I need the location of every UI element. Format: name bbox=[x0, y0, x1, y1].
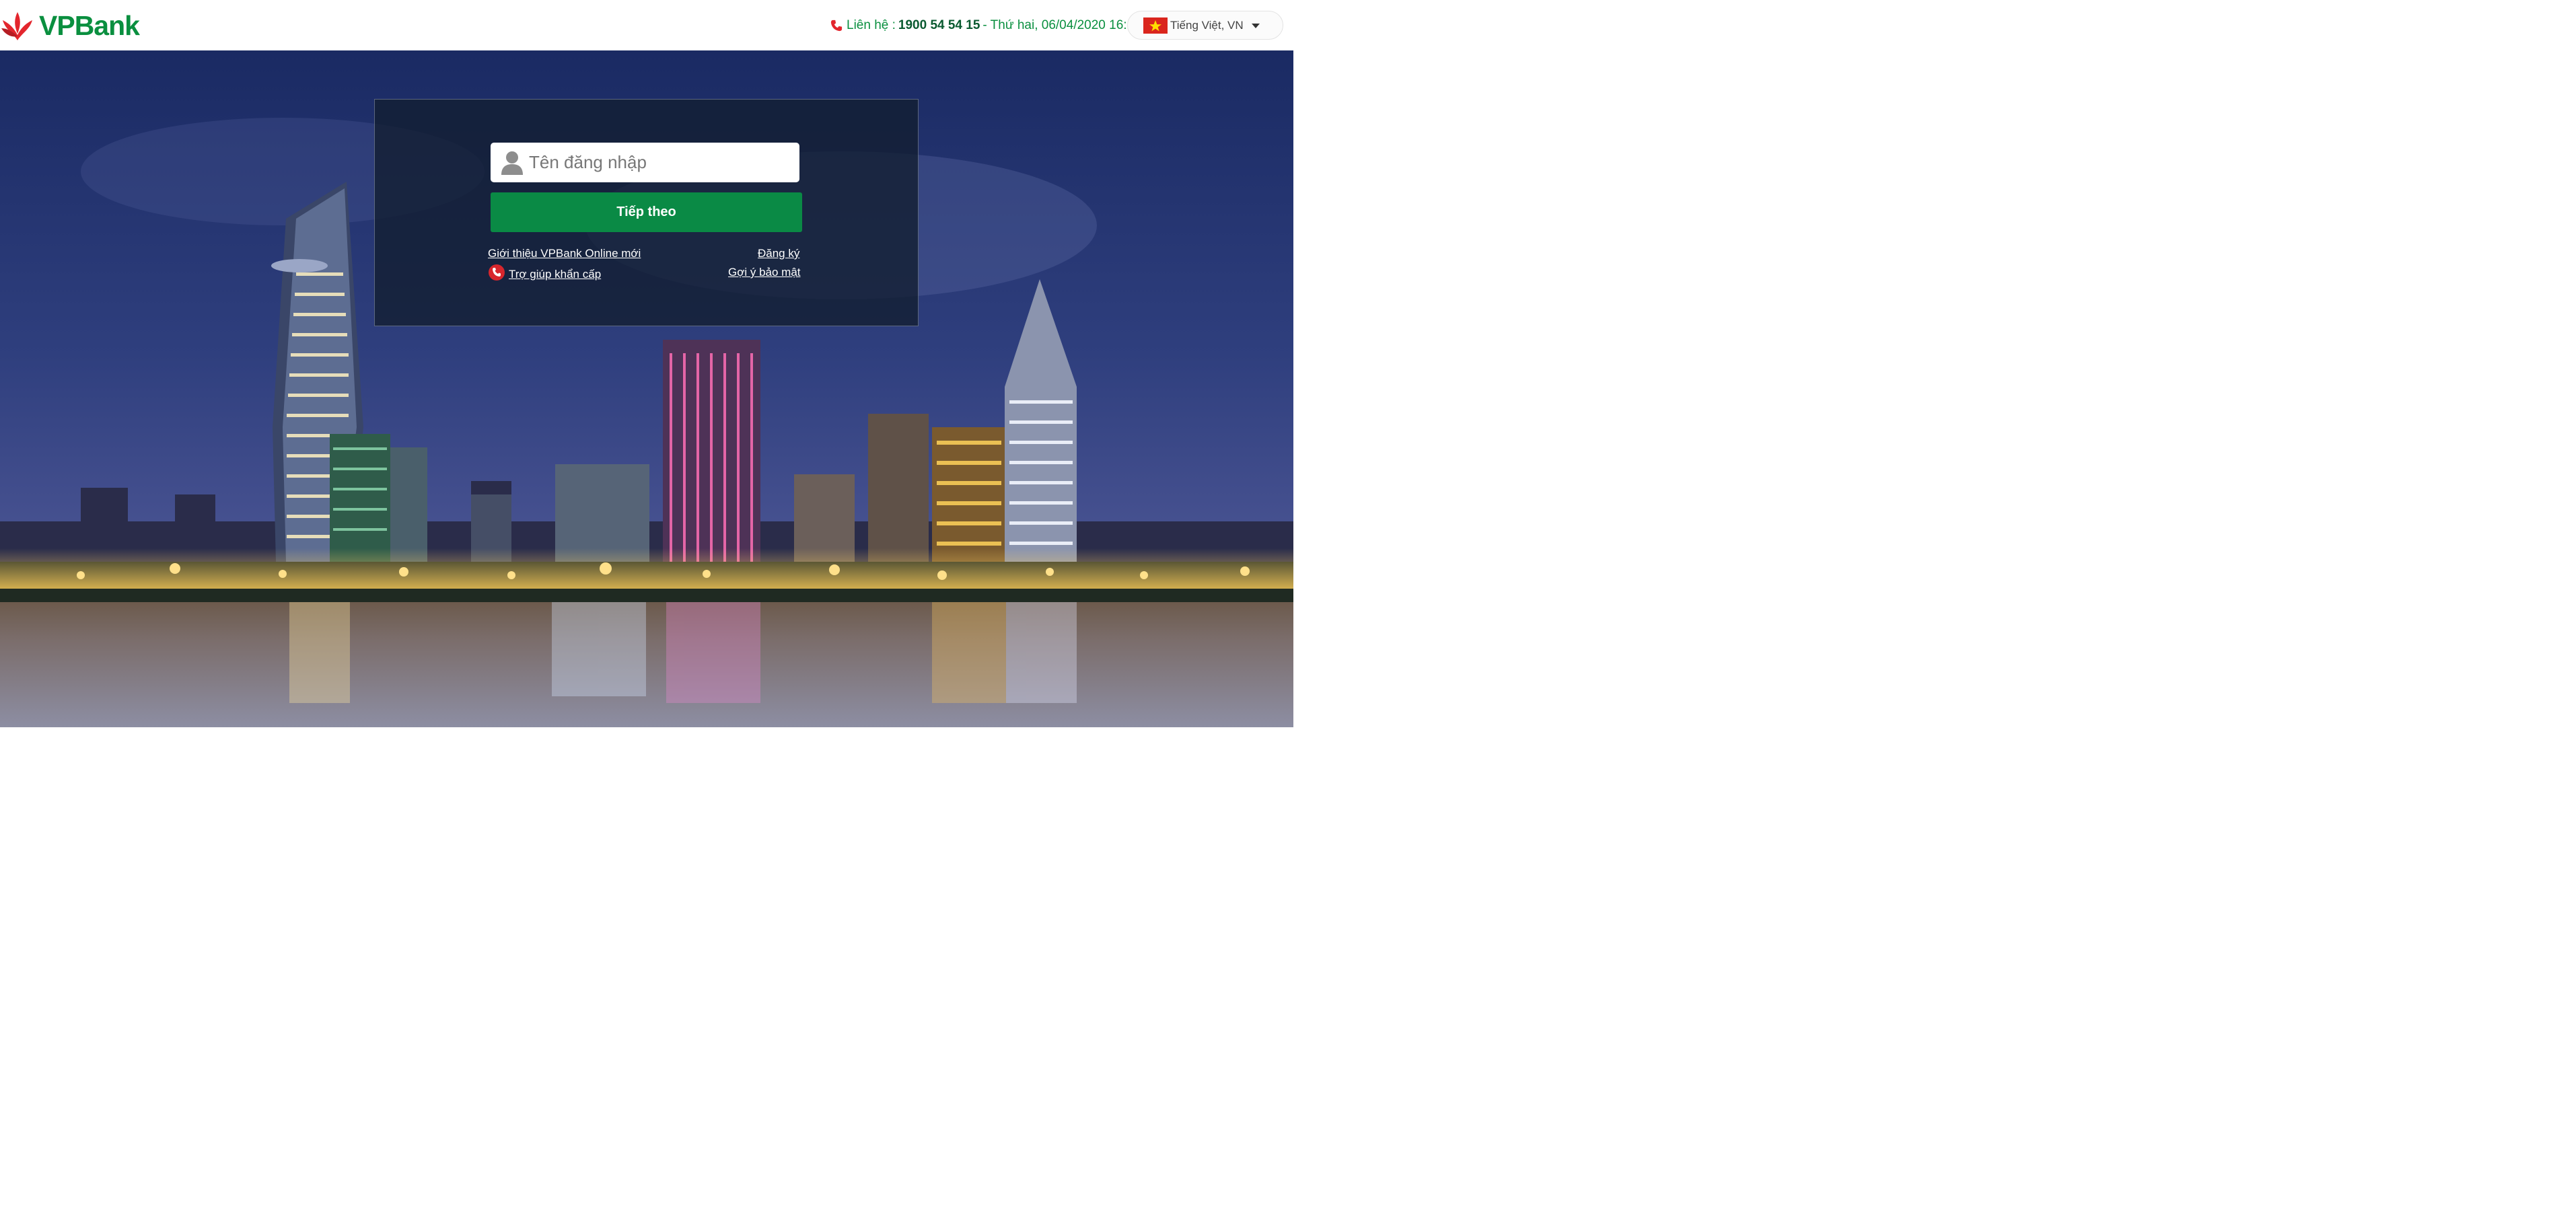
hotline-number[interactable]: 1900 54 54 15 bbox=[898, 18, 980, 33]
contact-label: Liên hệ : bbox=[847, 18, 896, 32]
contact-info: Liên hệ : 1900 54 54 15 - Thứ hai, 06/04… bbox=[830, 17, 1140, 34]
language-label: Tiếng Việt, VN bbox=[1170, 18, 1244, 32]
brand-name: VPBank bbox=[39, 9, 140, 41]
user-icon bbox=[501, 151, 523, 175]
phone-icon bbox=[830, 20, 843, 32]
vietnam-flag-icon bbox=[1143, 17, 1168, 34]
username-field[interactable] bbox=[491, 143, 799, 182]
register-link[interactable]: Đăng ký bbox=[758, 247, 799, 260]
vpbank-flower-icon bbox=[1, 12, 32, 40]
intro-link[interactable]: Giới thiệu VPBank Online mới bbox=[488, 247, 641, 260]
caret-down-icon bbox=[1252, 24, 1260, 28]
emergency-help-icon bbox=[489, 264, 505, 281]
current-datetime: - Thứ hai, 06/04/2020 16:11 bbox=[982, 18, 1141, 32]
hero-background: Tiếp theo Giới thiệu VPBank Online mới Đ… bbox=[0, 50, 1293, 727]
top-header: VPBank Liên hệ : 1900 54 54 15 - Thứ hai… bbox=[0, 0, 1293, 50]
emergency-help-link[interactable]: Trợ giúp khẩn cấp bbox=[509, 268, 601, 281]
login-page: VPBank Liên hệ : 1900 54 54 15 - Thứ hai… bbox=[0, 0, 2576, 1215]
language-selector[interactable]: Tiếng Việt, VN bbox=[1127, 11, 1283, 40]
username-input[interactable] bbox=[528, 151, 786, 174]
security-tips-link[interactable]: Gợi ý bảo mật bbox=[728, 266, 801, 279]
emergency-help[interactable]: Trợ giúp khẩn cấp bbox=[488, 264, 601, 281]
next-button[interactable]: Tiếp theo bbox=[491, 192, 802, 232]
vpbank-logo[interactable]: VPBank bbox=[1, 9, 140, 42]
login-panel: Tiếp theo Giới thiệu VPBank Online mới Đ… bbox=[374, 99, 919, 326]
